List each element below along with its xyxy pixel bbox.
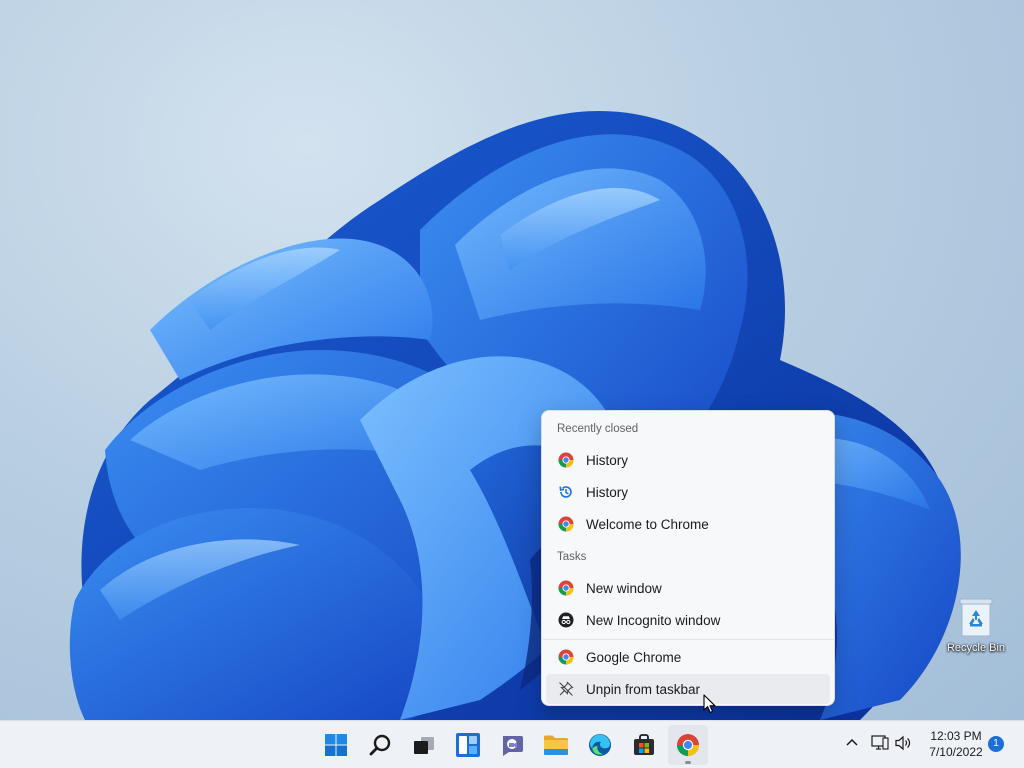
store-button[interactable] (624, 725, 664, 765)
chrome-icon (558, 649, 574, 665)
teams-chat-icon (503, 736, 523, 756)
unpin-icon (559, 681, 574, 696)
bloom-wallpaper (69, 111, 961, 720)
tasks-header: Tasks (557, 551, 587, 563)
store-icon (634, 734, 654, 755)
recent-item-history[interactable]: History (546, 445, 830, 475)
widgets-button[interactable] (448, 725, 488, 765)
app-label: Google Chrome (586, 649, 682, 665)
edge-icon (589, 734, 611, 756)
task-new-window[interactable]: New window (546, 573, 830, 603)
start-button[interactable] (316, 725, 356, 765)
folder-icon (544, 735, 568, 755)
chrome-icon (558, 580, 574, 596)
recent-item-label: Welcome to Chrome (586, 516, 709, 532)
file-explorer-button[interactable] (536, 725, 576, 765)
task-view-button[interactable] (404, 725, 444, 765)
task-label: New window (586, 580, 662, 596)
desktop[interactable]: Recycle Bin (0, 0, 1024, 720)
widgets-icon (456, 733, 480, 757)
clock[interactable]: 12:03 PM 7/10/2022 (920, 728, 992, 760)
chrome-icon (677, 734, 699, 756)
history-icon (559, 486, 572, 498)
taskbar: 12:03 PM 7/10/2022 (0, 720, 1024, 768)
chrome-jump-list: Recently closed History History Welcome … (541, 410, 835, 706)
show-hidden-icons-chevron-icon[interactable] (845, 735, 859, 751)
mouse-cursor-icon (703, 694, 716, 714)
recycle-bin-shortcut[interactable]: Recycle Bin (940, 596, 1012, 654)
recent-item-welcome[interactable]: Welcome to Chrome (546, 509, 830, 539)
recent-item-history-page[interactable]: History (546, 477, 830, 507)
recycle-bin-label: Recycle Bin (946, 642, 1006, 654)
task-label: New Incognito window (586, 612, 721, 628)
chrome-icon (558, 516, 574, 532)
recent-item-label: History (586, 484, 629, 500)
edge-button[interactable] (580, 725, 620, 765)
recycle-bin-icon (959, 598, 993, 637)
chrome-taskbar-button[interactable] (668, 725, 708, 765)
active-app-indicator (685, 761, 691, 764)
windows-logo-icon (325, 734, 347, 756)
volume-icon[interactable] (895, 735, 913, 751)
search-icon (369, 734, 391, 756)
search-button[interactable] (360, 725, 400, 765)
incognito-icon (558, 612, 574, 628)
menu-divider (543, 639, 835, 640)
chrome-icon (558, 452, 574, 468)
task-new-incognito-window[interactable]: New Incognito window (546, 605, 830, 635)
notification-badge[interactable]: 1 (988, 736, 1004, 752)
app-label: Unpin from taskbar (586, 681, 701, 697)
clock-time: 12:03 PM (930, 729, 982, 743)
unpin-from-taskbar[interactable]: Unpin from taskbar (546, 674, 830, 704)
clock-date: 7/10/2022 (929, 745, 983, 759)
app-google-chrome[interactable]: Google Chrome (546, 642, 830, 672)
network-icon[interactable] (871, 735, 889, 751)
task-view-icon (414, 737, 434, 754)
chat-button[interactable] (492, 725, 532, 765)
recently-closed-header: Recently closed (557, 423, 639, 435)
recent-item-label: History (586, 452, 629, 468)
